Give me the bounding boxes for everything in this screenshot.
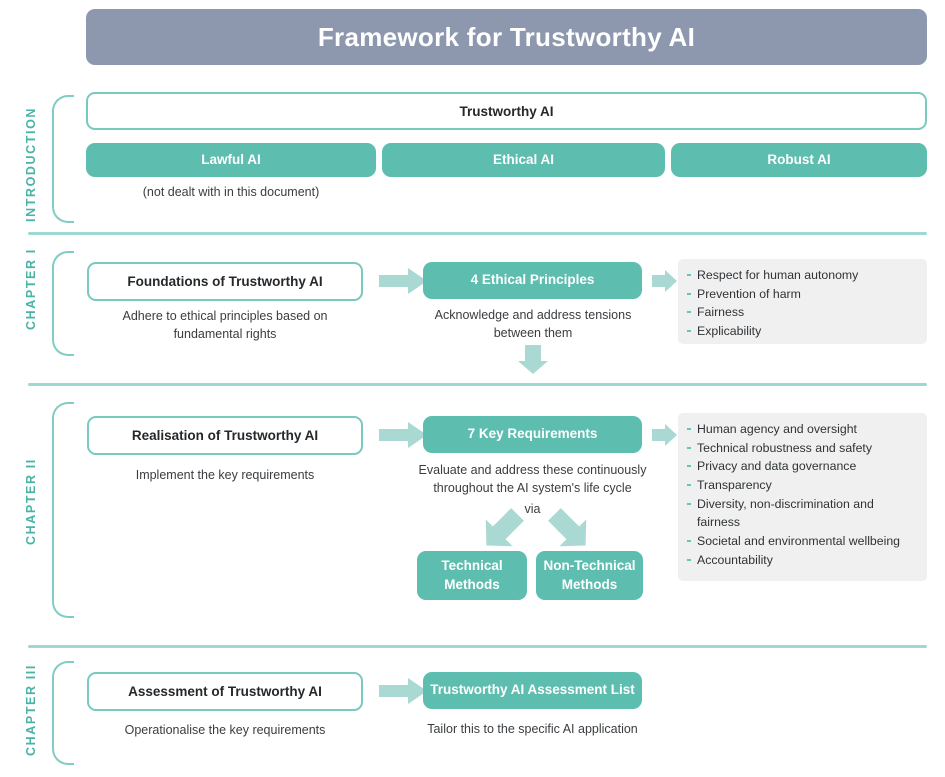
caption-via: via	[524, 502, 541, 516]
list-item: Transparency	[686, 476, 917, 495]
box-lawful-ai-label: Lawful AI	[201, 151, 261, 167]
arrow-right-icon	[379, 422, 427, 448]
box-foundations-label: Foundations of Trustworthy AI	[127, 274, 323, 289]
arrow-diagonal-down-right-icon	[548, 508, 587, 547]
list-item: Diversity, non-discrimination and fairne…	[686, 495, 917, 532]
divider-3	[28, 645, 927, 648]
arrow-assessment-to-list	[379, 678, 427, 704]
box-technical-methods-label: Technical Methods	[441, 558, 503, 592]
box-7-key-requirements-label: 7 Key Requirements	[467, 426, 598, 442]
arrow-foundations-to-principles	[379, 268, 427, 294]
rail-label-chapter-ii: CHAPTER II	[24, 458, 38, 545]
rail-label-introduction: INTRODUCTION	[24, 106, 38, 222]
box-ethical-ai-label: Ethical AI	[492, 151, 554, 167]
box-assessment-of-trustworthy-ai: Assessment of Trustworthy AI	[87, 672, 363, 711]
rail-label-chapter-iii: CHAPTER III	[24, 664, 38, 756]
list-item: Human agency and oversight	[686, 420, 917, 439]
arrow-principles-to-list	[652, 270, 677, 292]
diagram-canvas: Framework for Trustworthy AI INTRODUCTIO…	[0, 0, 945, 777]
caption-realisation: Implement the key requirements	[135, 468, 315, 482]
arrow-requirements-to-list	[652, 424, 677, 446]
box-4-ethical-principles: 4 Ethical Principles	[423, 262, 642, 299]
bracket-chapter-i	[52, 251, 74, 356]
box-technical-methods: Technical Methods	[417, 551, 527, 600]
box-trustworthy-ai-assessment-list: Trustworthy AI Assessment List	[423, 672, 642, 709]
list-item: Technical robustness and safety	[686, 439, 917, 458]
box-trustworthy-ai-label: Trustworthy AI	[459, 103, 554, 119]
list-item: Fairness	[686, 303, 917, 322]
arrow-right-icon	[379, 268, 427, 294]
rail-label-chapter-i: CHAPTER I	[24, 248, 38, 330]
key-requirements-list: Human agency and oversight Technical rob…	[686, 420, 917, 570]
caption-foundations: Adhere to ethical principles based on fu…	[122, 309, 328, 342]
box-ethical-ai: Ethical AI	[382, 143, 665, 177]
box-lawful-ai: Lawful AI	[86, 143, 376, 177]
arrow-chapter-i-to-chapter-ii	[518, 345, 548, 374]
box-foundations-of-trustworthy-ai: Foundations of Trustworthy AI	[87, 262, 363, 301]
panel-ethical-principles-list: Respect for human autonomy Prevention of…	[678, 259, 927, 344]
arrow-down-icon	[518, 345, 548, 374]
list-item: Prevention of harm	[686, 285, 917, 304]
box-non-technical-methods-label: Non-Technical Methods	[543, 558, 636, 592]
box-realisation-of-trustworthy-ai: Realisation of Trustworthy AI	[87, 416, 363, 455]
arrow-to-technical-methods	[480, 508, 524, 552]
list-item: Respect for human autonomy	[686, 266, 917, 285]
list-item: Privacy and data governance	[686, 457, 917, 476]
panel-key-requirements-list: Human agency and oversight Technical rob…	[678, 413, 927, 581]
divider-1	[28, 232, 927, 235]
bracket-chapter-iii	[52, 661, 74, 765]
list-item: Accountability	[686, 551, 917, 570]
divider-2	[28, 383, 927, 386]
box-trustworthy-ai: Trustworthy AI	[86, 92, 927, 130]
box-assessment-label: Assessment of Trustworthy AI	[128, 684, 322, 699]
box-7-key-requirements: 7 Key Requirements	[423, 416, 642, 453]
arrow-diagonal-down-left-icon	[485, 508, 524, 547]
bracket-chapter-ii	[52, 402, 74, 618]
caption-assessment-list: Tailor this to the specific AI applicati…	[427, 722, 638, 736]
box-4-ethical-principles-label: 4 Ethical Principles	[470, 272, 595, 288]
list-item: Societal and environmental wellbeing	[686, 532, 917, 551]
box-realisation-label: Realisation of Trustworthy AI	[131, 428, 319, 443]
ethical-principles-list: Respect for human autonomy Prevention of…	[686, 266, 917, 341]
header-banner: Framework for Trustworthy AI	[86, 9, 927, 65]
caption-assessment: Operationalise the key requirements	[124, 723, 326, 737]
caption-7-key-requirements: Evaluate and address these continuously …	[418, 463, 647, 496]
caption-lawful-ai: (not dealt with in this document)	[142, 185, 320, 199]
page-title: Framework for Trustworthy AI	[317, 21, 696, 52]
bracket-introduction	[52, 95, 74, 223]
box-non-technical-methods: Non-Technical Methods	[536, 551, 643, 600]
box-robust-ai: Robust AI	[671, 143, 927, 177]
arrow-right-small-icon	[652, 424, 677, 446]
arrow-right-small-icon	[652, 270, 677, 292]
arrow-to-non-technical-methods	[548, 508, 592, 552]
box-assessment-list-label: Trustworthy AI Assessment List	[430, 682, 635, 698]
caption-4-ethical-principles: Acknowledge and address tensions between…	[434, 308, 632, 341]
list-item: Explicability	[686, 322, 917, 341]
arrow-realisation-to-requirements	[379, 422, 427, 448]
box-robust-ai-label: Robust AI	[767, 151, 831, 167]
arrow-right-icon	[379, 678, 427, 704]
